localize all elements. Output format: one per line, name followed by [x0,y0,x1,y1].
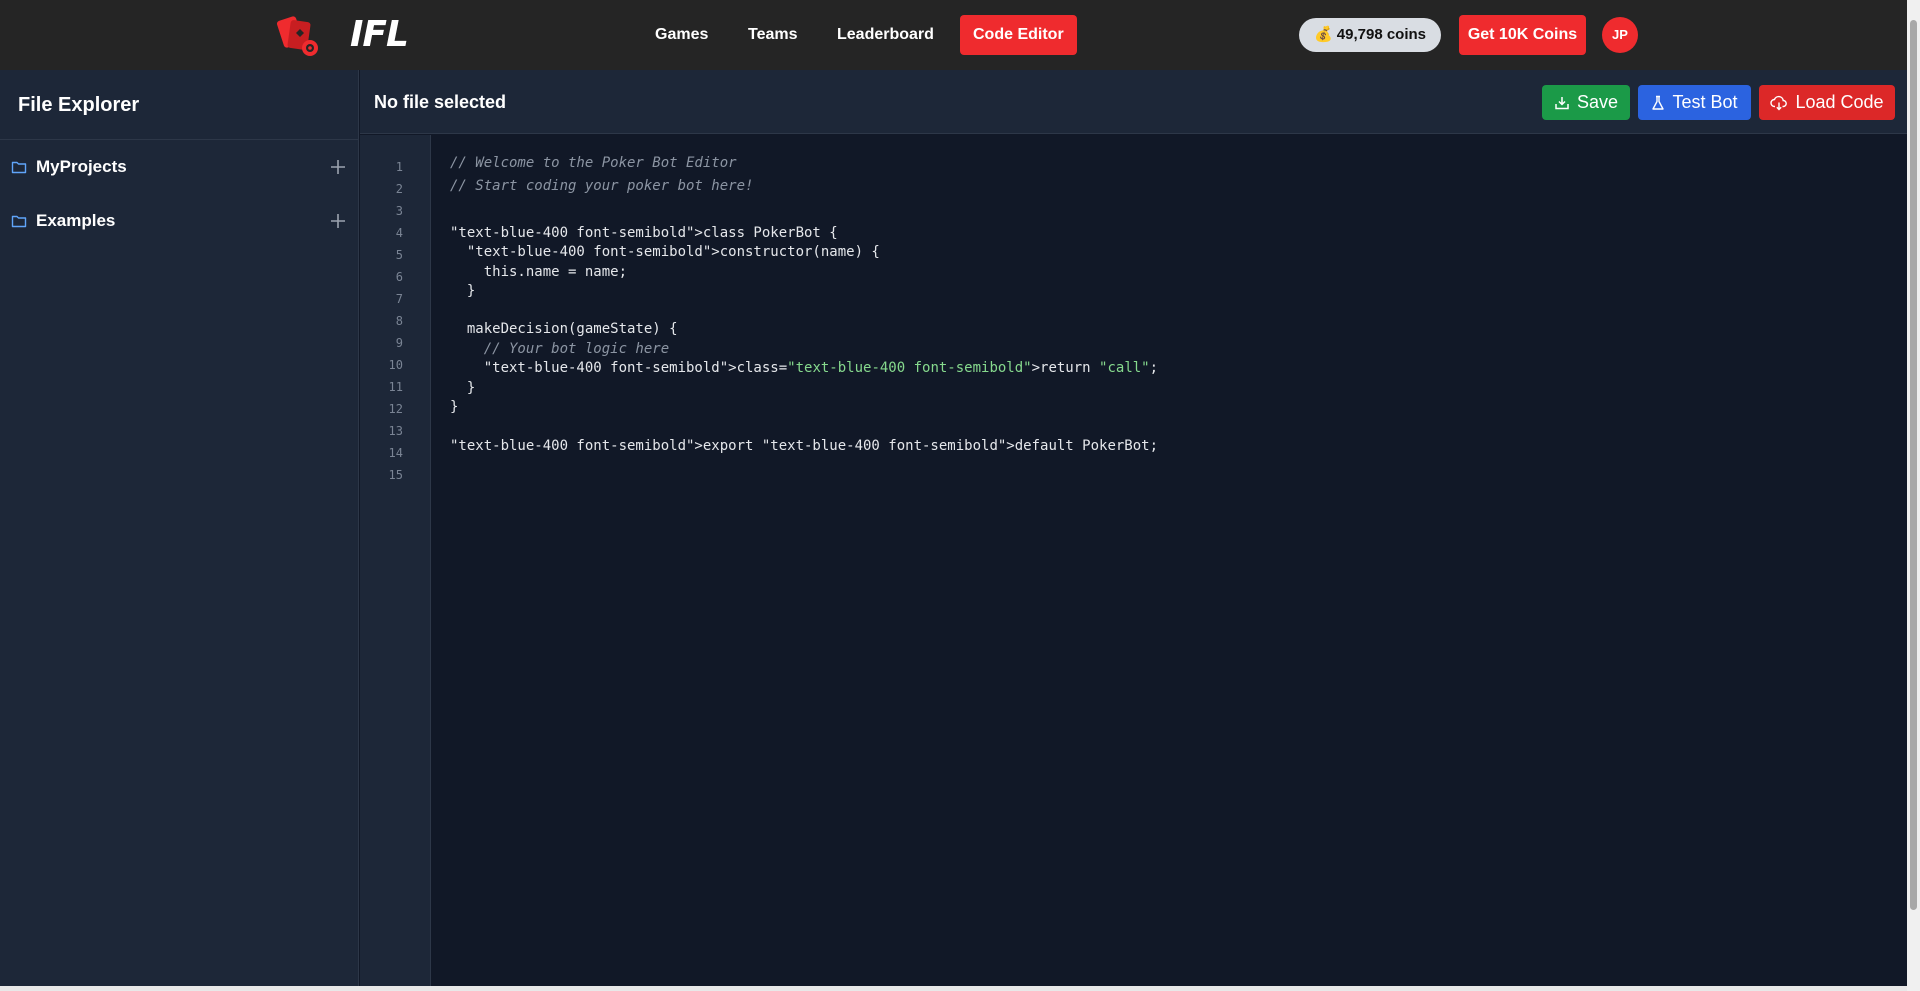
add-file-icon[interactable] [328,157,348,177]
page-scrollbar[interactable] [1907,0,1920,991]
code-line: this.name = name; [450,264,628,280]
code-token: ; [1149,360,1159,376]
nav-teams[interactable]: Teams [748,15,798,55]
line-number: 11 [388,380,403,394]
line-number: 13 [388,424,403,438]
line-number-gutter: 1 2 3 4 5 6 7 8 9 10 11 12 13 14 15 [360,135,431,989]
line-number: 2 [395,182,403,196]
load-code-button[interactable]: Load Code [1759,85,1895,120]
nav-leaderboard[interactable]: Leaderboard [837,15,934,55]
line-number: 7 [395,292,403,306]
code-string: "call" [1099,360,1150,376]
load-code-label: Load Code [1795,92,1884,112]
line-number: 12 [388,402,403,416]
code-line: // Your bot logic here [450,341,670,357]
scrollbar-thumb[interactable] [1910,20,1917,910]
code-line: makeDecision(gameState) { [450,321,678,337]
folder-myprojects[interactable]: MyProjects [0,140,358,194]
line-number: 5 [395,248,403,262]
editor-toolbar: No file selected Save Test Bot Load Code [360,70,1907,134]
folder-examples[interactable]: Examples [0,194,358,248]
line-number: 4 [395,226,403,240]
code-line: // Start coding your poker bot here! [450,178,754,194]
code-editor[interactable]: // Welcome to the Poker Bot Editor // St… [432,135,1907,989]
top-navbar: IFL Games Teams Leaderboard Code Editor … [0,0,1907,70]
nav-games[interactable]: Games [655,15,708,55]
user-avatar[interactable]: JP [1602,17,1638,53]
download-icon [1555,96,1569,109]
code-token: >return [1031,360,1100,376]
flask-icon [1652,95,1665,110]
code-line: } [450,380,476,396]
line-number: 6 [395,270,403,284]
line-number: 15 [388,468,403,482]
coin-balance: 💰 49,798 coins [1299,18,1441,52]
test-bot-label: Test Bot [1672,92,1738,112]
folder-label: Examples [36,211,116,230]
line-number: 8 [395,314,403,328]
cloud-download-icon [1770,95,1788,110]
code-line: "text-blue-400 font-semibold">constructo… [450,244,880,260]
nav-code-editor[interactable]: Code Editor [960,15,1077,55]
line-number: 9 [395,336,403,350]
save-label: Save [1576,92,1619,112]
line-number: 10 [388,358,403,372]
folder-icon [11,161,27,174]
line-number: 14 [388,446,403,460]
cards-logo-icon[interactable] [276,12,324,60]
file-explorer-sidebar: File Explorer MyProjects Examples [0,70,359,989]
window-bottom-edge [0,986,1907,991]
brand-logo[interactable]: IFL [350,14,409,55]
folder-icon [11,215,27,228]
code-line: "text-blue-400 font-semibold">export "te… [450,438,1159,454]
test-bot-button[interactable]: Test Bot [1638,85,1751,120]
code-line: // Welcome to the Poker Bot Editor [450,155,737,171]
current-file-title: No file selected [374,92,507,112]
line-number: 1 [395,160,403,174]
folder-label: MyProjects [36,157,127,176]
file-explorer-title: File Explorer [0,70,358,140]
code-line: } [450,399,459,415]
code-line: "text-blue-400 font-semibold">class="tex… [450,360,1158,376]
save-button[interactable]: Save [1542,85,1630,120]
code-token: "text-blue-400 font-semibold">class= [450,360,788,376]
code-line: "text-blue-400 font-semibold">class Poke… [450,225,838,241]
add-file-icon[interactable] [328,211,348,231]
get-coins-button[interactable]: Get 10K Coins [1459,15,1586,55]
code-line: } [450,283,476,299]
code-string: "text-blue-400 font-semibold" [787,360,1032,376]
line-number: 3 [395,204,403,218]
